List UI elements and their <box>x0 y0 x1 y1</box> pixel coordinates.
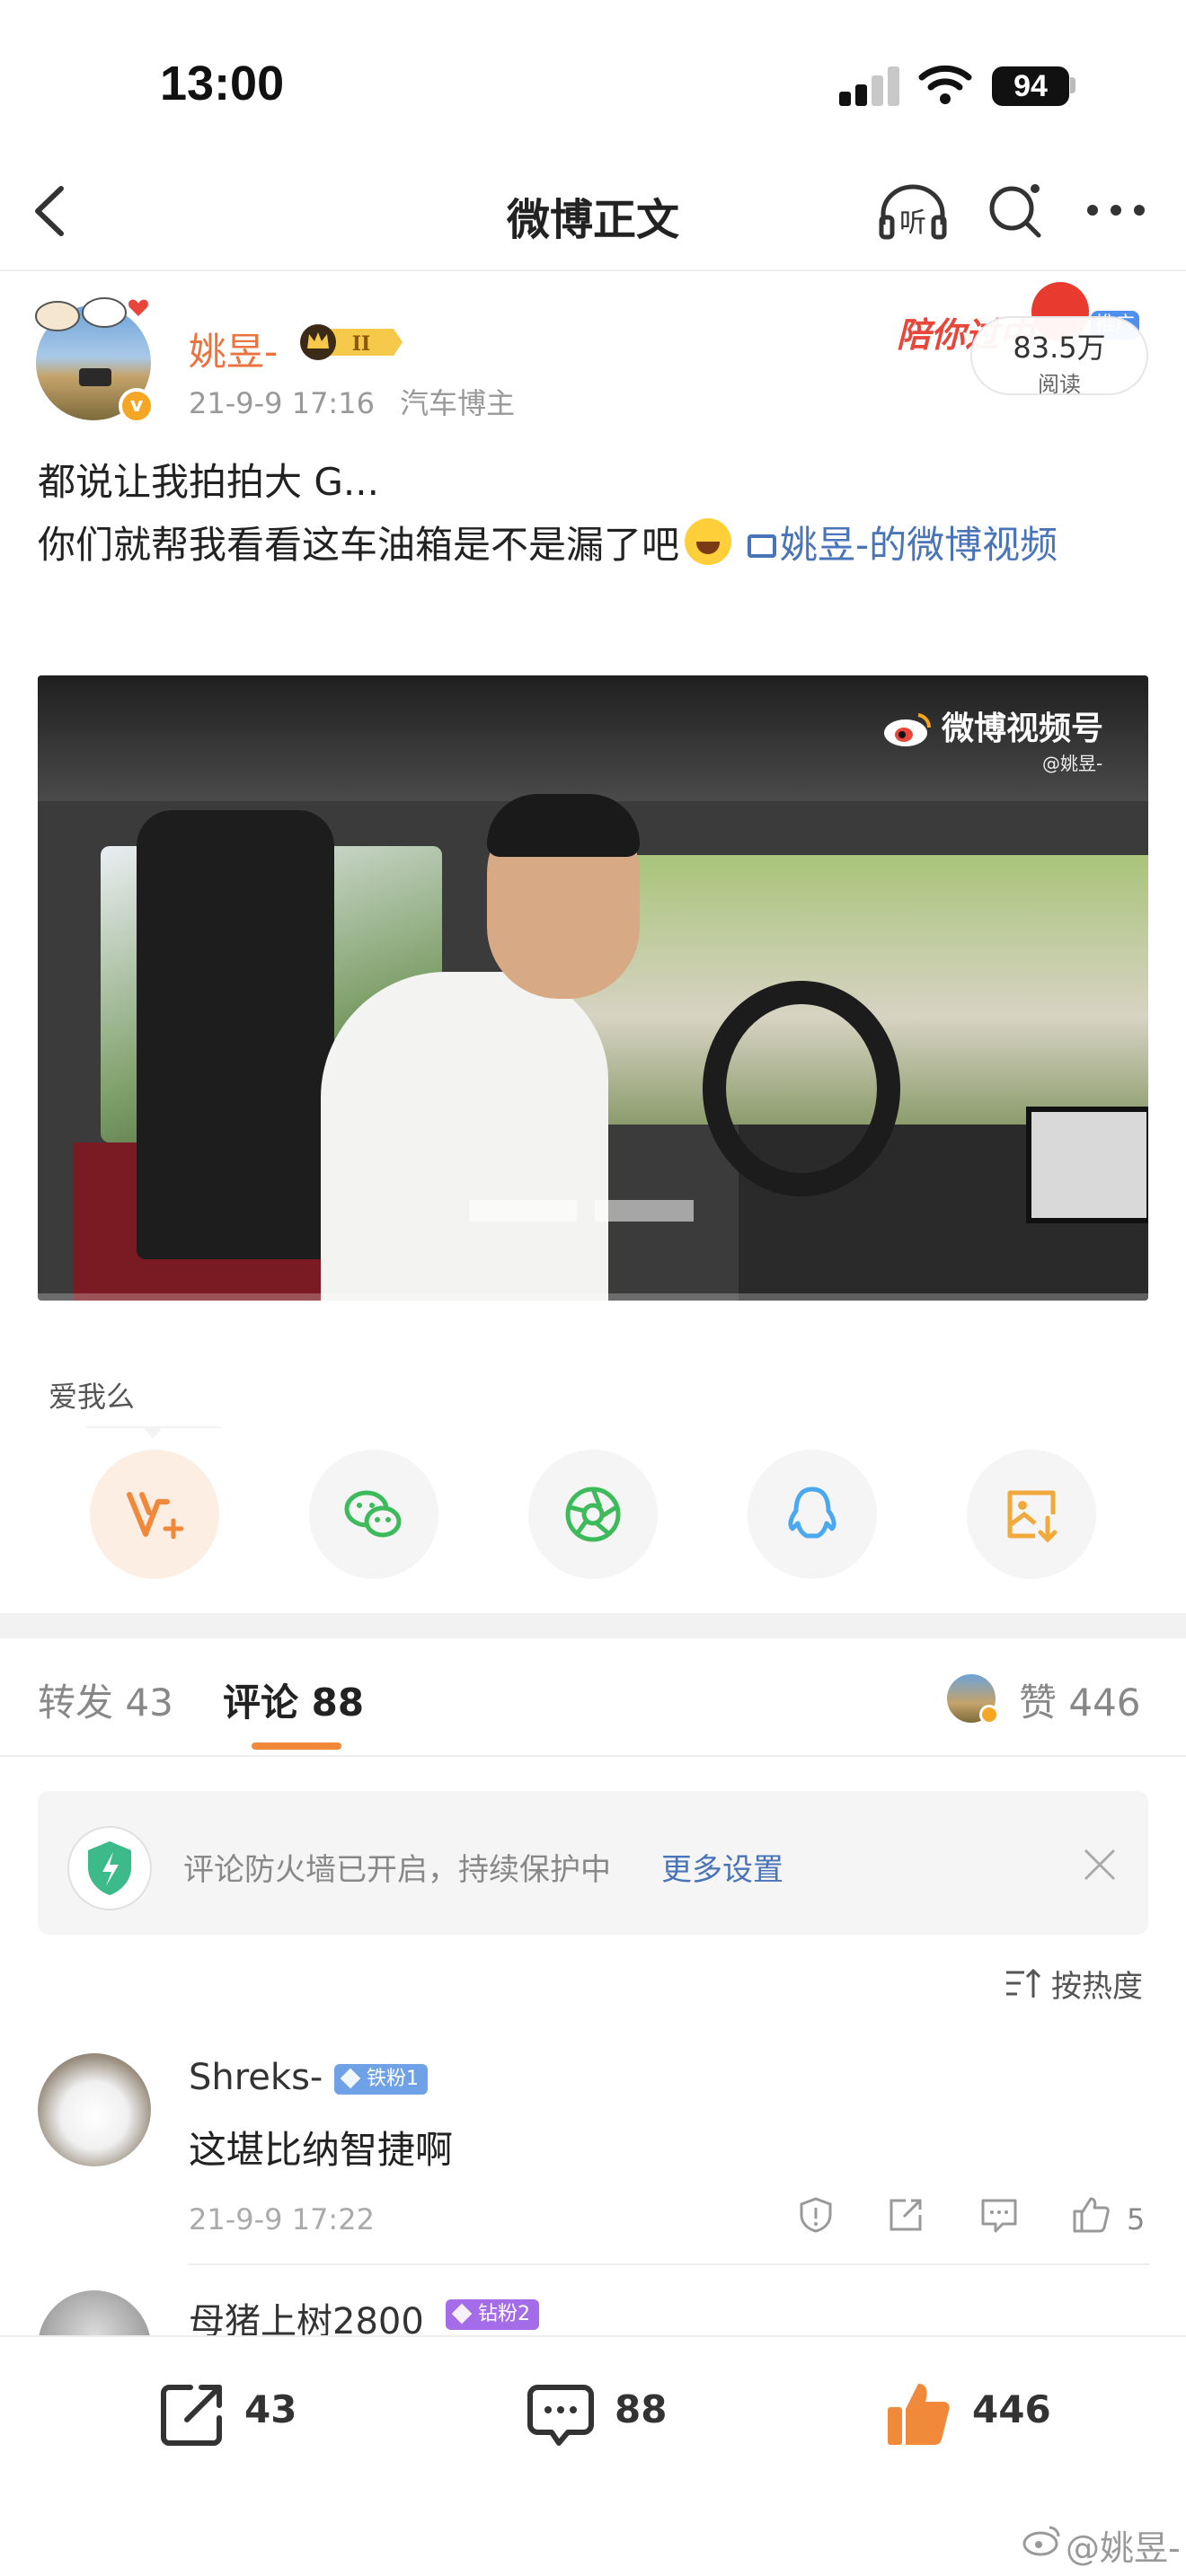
repost-count[interactable]: 43 <box>244 2387 296 2431</box>
video-link-icon[interactable] <box>748 534 777 558</box>
video-link[interactable]: 姚昱-的微博视频 <box>780 523 1058 567</box>
svg-text:II: II <box>352 332 371 356</box>
close-icon[interactable] <box>1082 1847 1118 1883</box>
cellular-signal-icon <box>839 66 900 106</box>
post-meta: 21-9-9 17:16 汽车博主 <box>189 381 515 422</box>
report-icon[interactable] <box>796 2195 836 2235</box>
v-plus-icon <box>127 1492 184 1539</box>
like-thumb-filled-icon[interactable] <box>882 2378 954 2450</box>
tabs-divider <box>0 1755 1186 1757</box>
nav-divider <box>0 269 1186 271</box>
wifi-icon <box>918 65 972 104</box>
battery-indicator: 94 <box>992 66 1069 106</box>
comment-text: 这堪比纳智捷啊 <box>189 2128 454 2172</box>
more-settings-link[interactable]: 更多设置 <box>661 1845 783 1889</box>
comment-time: 21-9-9 17:22 <box>189 2202 375 2236</box>
post-line-2: 你们就帮我看看这车油箱是不是漏了吧 姚昱-的微博视频 <box>38 514 1152 577</box>
fan-level-badge: 铁粉1 <box>334 2064 428 2095</box>
tab-like[interactable]: 赞 446 <box>1019 1672 1141 1727</box>
liker-verified-badge <box>979 1705 999 1725</box>
video-watermark: 微博视频号 <box>942 710 1104 747</box>
verified-badge: v <box>119 388 155 424</box>
comment-avatar[interactable] <box>38 2053 151 2166</box>
status-time: 13:00 <box>160 57 285 110</box>
battery-nub <box>1070 77 1075 93</box>
listen-headphones-icon[interactable]: 听 <box>876 180 950 243</box>
share-comment-icon[interactable] <box>886 2195 925 2235</box>
share-v-plus-button[interactable] <box>90 1450 219 1579</box>
shield-icon <box>67 1826 152 1910</box>
read-count: 83.5万 <box>1013 331 1106 365</box>
svg-text:听: 听 <box>899 207 926 239</box>
share-wechat-button[interactable] <box>309 1450 438 1579</box>
like-count[interactable]: 446 <box>972 2387 1051 2431</box>
repost-icon[interactable] <box>156 2378 228 2450</box>
subtitle-bars <box>469 1200 694 1222</box>
laughing-emoji-icon <box>685 518 732 565</box>
video-watermark-sub: @姚昱- <box>1042 753 1103 774</box>
like-thumb-icon[interactable] <box>1071 2195 1111 2235</box>
tab-comment[interactable]: 评论 88 <box>223 1672 364 1727</box>
footer-watermark: @姚昱- <box>1066 2528 1181 2568</box>
video-player[interactable]: 微博视频号 @姚昱- <box>38 675 1148 1301</box>
notice-text: 评论防火墙已开启，持续保护中 <box>183 1852 611 1888</box>
author-role: 汽车博主 <box>400 386 516 420</box>
weibo-logo-icon <box>884 713 932 746</box>
save-image-icon <box>1007 1490 1058 1543</box>
weibo-watermark-icon <box>1022 2526 1060 2556</box>
comment-divider <box>189 2263 1150 2265</box>
reply-icon[interactable] <box>979 2195 1019 2235</box>
caret-icon <box>142 1426 164 1439</box>
section-gap <box>0 1613 1186 1638</box>
post-time: 21-9-9 17:16 <box>189 386 375 420</box>
post-line-2-text: 你们就帮我看看这车油箱是不是漏了吧 <box>38 523 680 567</box>
comment-count[interactable]: 88 <box>615 2387 667 2431</box>
comment-like-count: 5 <box>1127 2202 1146 2236</box>
tab-repost[interactable]: 转发 43 <box>38 1672 173 1727</box>
read-count-box: 83.5万 阅读 <box>970 316 1148 397</box>
comment-username[interactable]: Shreks- <box>189 2057 323 2098</box>
author-name[interactable]: 姚昱- <box>189 322 278 376</box>
search-icon[interactable] <box>985 180 1048 243</box>
post-text: 都说让我拍拍大 G... 你们就帮我看看这车油箱是不是漏了吧 姚昱-的微博视频 <box>38 451 1152 577</box>
post-line-1: 都说让我拍拍大 G... <box>38 460 379 504</box>
sort-icon[interactable] <box>1005 1967 1040 1999</box>
sort-by-hot[interactable]: 按热度 <box>1051 1962 1143 2006</box>
qq-icon <box>788 1486 836 1539</box>
share-qq-button[interactable] <box>748 1450 877 1579</box>
avatar-decoration-icon <box>35 297 148 331</box>
share-caption: 爱我么 <box>49 1380 136 1414</box>
bottom-action-bar <box>0 2335 1186 2576</box>
video-progress-bar[interactable] <box>38 1293 1148 1301</box>
share-moments-button[interactable] <box>528 1450 658 1579</box>
vip-crown-icon[interactable]: II <box>296 322 403 363</box>
moments-icon <box>565 1486 621 1542</box>
comment-icon[interactable] <box>525 2378 597 2450</box>
more-options-icon[interactable] <box>1085 201 1146 219</box>
wechat-icon <box>344 1490 402 1538</box>
fan-level-badge: 钻粉2 <box>446 2299 539 2330</box>
tab-active-indicator <box>252 1742 341 1750</box>
read-label: 阅读 <box>1038 372 1081 397</box>
firewall-notice: 评论防火墙已开启，持续保护中 更多设置 <box>38 1791 1148 1935</box>
share-save-image-button[interactable] <box>967 1450 1096 1579</box>
